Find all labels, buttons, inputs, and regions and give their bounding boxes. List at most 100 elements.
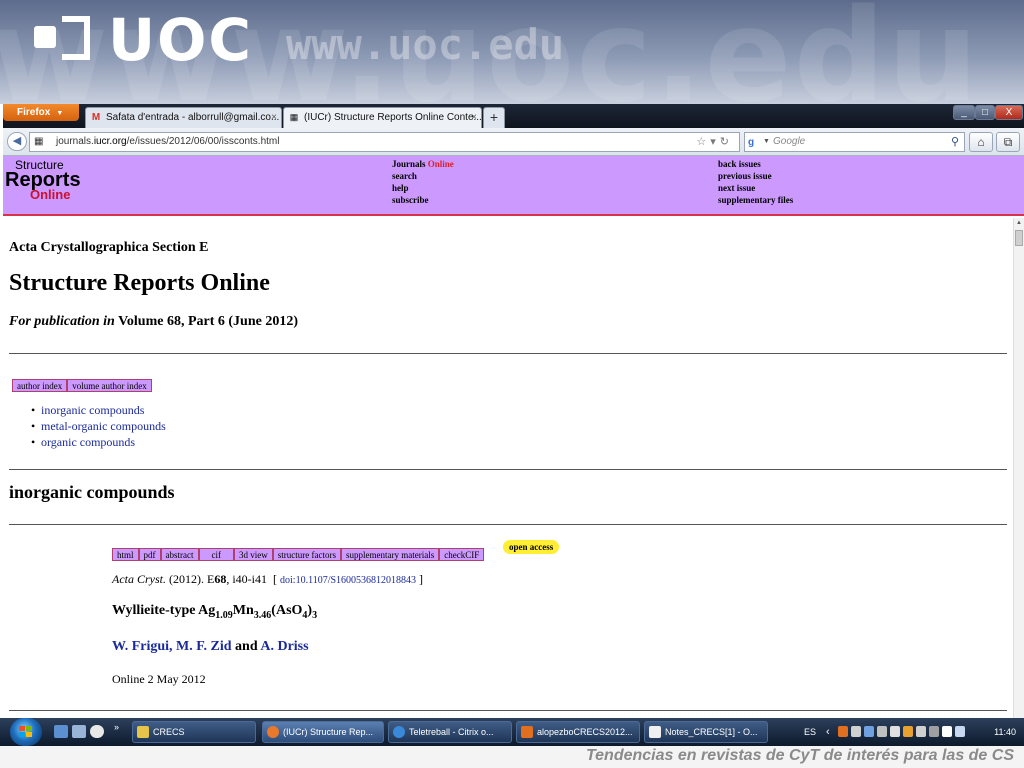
tab-iucr[interactable]: ▦ (IUCr) Structure Reports Online Conte.… xyxy=(283,107,482,128)
supplementary-materials-button[interactable]: supplementary materials xyxy=(340,548,440,561)
address-bar[interactable]: ▦ journals.iucr.org/e/issues/2012/06/00/… xyxy=(29,132,740,152)
toc-organic-link[interactable]: organic compounds xyxy=(31,434,166,450)
quicklaunch-app-icon[interactable] xyxy=(90,725,104,738)
firefox-menu-button[interactable]: Firefox ▼ xyxy=(3,104,79,121)
network-icon[interactable] xyxy=(942,726,952,737)
open-access-badge: open access xyxy=(503,540,560,554)
volume-icon[interactable] xyxy=(955,726,965,737)
document-icon xyxy=(649,726,661,738)
tray-app-icon[interactable] xyxy=(838,726,848,737)
chevron-down-icon: ▼ xyxy=(56,110,64,117)
navigation-toolbar: ◀ ▦ journals.iucr.org/e/issues/2012/06/0… xyxy=(3,128,1024,156)
iucr-header: Structure Reports Online Journals Online… xyxy=(3,156,1024,216)
nav-search[interactable]: search xyxy=(392,170,454,182)
3d-view-button[interactable]: 3d view xyxy=(234,548,273,561)
powerpoint-icon xyxy=(521,726,533,738)
divider xyxy=(9,710,1007,711)
section-heading: inorganic compounds xyxy=(9,482,175,502)
tab-label: (IUCr) Structure Reports Online Conte... xyxy=(304,112,482,123)
search-placeholder: Google xyxy=(773,136,806,147)
start-button[interactable] xyxy=(10,718,42,746)
new-tab-button[interactable]: + xyxy=(483,107,505,128)
chevron-right-icon[interactable]: » xyxy=(114,722,124,735)
divider xyxy=(9,469,1007,470)
html-button[interactable]: html xyxy=(112,548,139,561)
nav-back-issues[interactable]: back issues xyxy=(718,158,793,170)
iucr-icon: ▦ xyxy=(289,112,299,122)
site-identity-icon[interactable]: ▦ xyxy=(34,136,48,148)
firefox-icon xyxy=(267,726,279,738)
tray-icons xyxy=(838,726,968,737)
tray-app-icon[interactable] xyxy=(864,726,874,737)
toc-inorganic-link[interactable]: inorganic compounds xyxy=(31,402,166,418)
gmail-icon: M xyxy=(91,112,101,123)
author-link[interactable]: M. F. Zid xyxy=(176,639,232,654)
chevron-left-icon[interactable]: ‹ xyxy=(826,718,830,746)
divider xyxy=(9,353,1007,354)
google-icon[interactable]: g xyxy=(748,136,762,149)
tab-bar: Firefox ▼ M Safata d'entrada - alborrull@… xyxy=(3,104,1024,128)
nav-subscribe[interactable]: subscribe xyxy=(392,194,454,206)
nav-next-issue[interactable]: next issue xyxy=(718,182,793,194)
author-index-button[interactable]: author index xyxy=(12,379,68,392)
cif-button[interactable]: cif xyxy=(198,548,234,561)
taskbar-button-iucr[interactable]: (IUCr) Structure Rep... xyxy=(262,721,384,743)
index-buttons: author index volume author index xyxy=(12,379,152,392)
addon-button[interactable]: ⧉ xyxy=(996,132,1020,152)
firefox-window: Firefox ▼ M Safata d'entrada - alborrull@… xyxy=(3,104,1024,718)
tray-app-icon[interactable] xyxy=(903,726,913,737)
volume-author-index-button[interactable]: volume author index xyxy=(67,379,152,392)
page-content: Acta Crystallographica Section E Structu… xyxy=(3,218,1013,718)
citation: Acta Cryst. (2012). E68, i40-i41 [ doi:1… xyxy=(112,572,424,586)
tray-app-icon[interactable] xyxy=(916,726,926,737)
tray-app-icon[interactable] xyxy=(890,726,900,737)
author-link[interactable]: A. Driss xyxy=(260,639,308,654)
divider xyxy=(9,524,1007,525)
back-button[interactable]: ◀ xyxy=(7,132,27,151)
windows-flag-icon xyxy=(19,726,33,738)
minimize-button[interactable]: _ xyxy=(953,105,975,120)
url-text[interactable]: journals.iucr.org/e/issues/2012/06/00/is… xyxy=(56,133,279,151)
uoc-logo: UOC xyxy=(108,6,253,74)
taskbar-button-teletreball[interactable]: Teletreball - Citrix o... xyxy=(388,721,512,743)
page-scrollbar[interactable]: ▲ xyxy=(1013,218,1024,718)
tray-app-icon[interactable] xyxy=(877,726,887,737)
close-icon[interactable]: × xyxy=(271,108,277,128)
nav-help[interactable]: help xyxy=(392,182,454,194)
taskbar-button-crecs[interactable]: CRECS xyxy=(132,721,256,743)
close-window-button[interactable]: X xyxy=(995,105,1023,120)
taskbar-button-notes[interactable]: Notes_CRECS[1] - O... xyxy=(644,721,768,743)
maximize-button[interactable]: □ xyxy=(975,105,995,120)
nav-supplementary-files[interactable]: supplementary files xyxy=(718,194,793,206)
search-icon[interactable]: ⚲ xyxy=(951,133,959,151)
taskbar-button-alopezbo[interactable]: alopezboCRECS2012... xyxy=(516,721,640,743)
tray-app-icon[interactable] xyxy=(851,726,861,737)
tray-app-icon[interactable] xyxy=(929,726,939,737)
clock[interactable]: 11:40 xyxy=(994,718,1016,746)
page-title: Structure Reports Online xyxy=(9,270,270,296)
tab-gmail[interactable]: M Safata d'entrada - alborrull@gmail.co.… xyxy=(85,107,282,128)
home-button[interactable]: ⌂ xyxy=(969,132,993,152)
quicklaunch-explorer-icon[interactable] xyxy=(54,725,68,738)
scroll-thumb[interactable] xyxy=(1015,230,1023,246)
uoc-url: www.uoc.edu xyxy=(286,20,565,69)
nav-journals-online[interactable]: Journals Online xyxy=(392,158,454,170)
search-bar[interactable]: g ▼ Google ⚲ xyxy=(744,132,965,152)
system-tray: ES ‹ 11:40 xyxy=(800,718,1024,746)
checkcif-button[interactable]: checkCIF xyxy=(439,548,485,561)
abstract-button[interactable]: abstract xyxy=(160,548,199,561)
structure-factors-button[interactable]: structure factors xyxy=(272,548,341,561)
windows-taskbar: » CRECS (IUCr) Structure Rep... Teletreb… xyxy=(0,718,1024,746)
chevron-down-icon[interactable]: ▼ xyxy=(763,133,770,151)
folder-icon xyxy=(137,726,149,738)
pdf-button[interactable]: pdf xyxy=(138,548,161,561)
close-icon[interactable]: × xyxy=(471,108,477,128)
toc-metal-organic-link[interactable]: metal-organic compounds xyxy=(31,418,166,434)
language-indicator[interactable]: ES xyxy=(804,718,816,746)
author-link[interactable]: W. Frigui xyxy=(112,639,169,654)
nav-previous-issue[interactable]: previous issue xyxy=(718,170,793,182)
chevron-up-icon[interactable]: ▲ xyxy=(1014,218,1024,228)
quicklaunch-desktop-icon[interactable] xyxy=(72,725,86,738)
doi-link[interactable]: doi:10.1107/S1600536812018843 xyxy=(280,575,416,586)
bookmark-star-icon[interactable]: ☆▾↻ xyxy=(696,133,733,151)
